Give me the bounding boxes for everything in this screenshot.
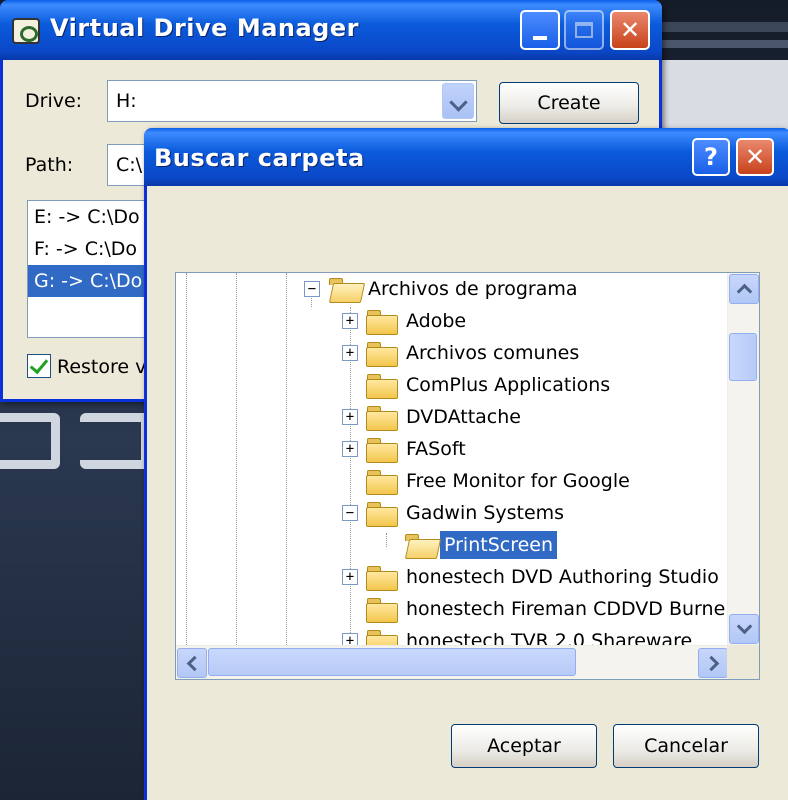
folder-tree[interactable]: − Archivos de programa + Adobe + Archivo… xyxy=(175,272,760,680)
vdm-titlebar[interactable]: Virtual Drive Manager ✕ xyxy=(0,0,662,60)
collapse-icon[interactable]: − xyxy=(304,281,320,297)
cancel-button[interactable]: Cancelar xyxy=(613,724,759,768)
minimize-button[interactable] xyxy=(520,10,560,50)
maximize-icon xyxy=(575,22,593,38)
path-label: Path: xyxy=(25,154,74,176)
drive-label: Drive: xyxy=(25,90,83,112)
folder-open-icon xyxy=(404,532,436,558)
scroll-down-button[interactable] xyxy=(729,614,759,644)
horizontal-scroll-thumb[interactable] xyxy=(208,648,576,676)
tree-node[interactable]: + honestech DVD Authoring Studio xyxy=(342,561,723,593)
tree-node-label: ComPlus Applications xyxy=(406,374,611,396)
horizontal-scrollbar[interactable] xyxy=(176,645,729,679)
restore-checkbox[interactable] xyxy=(27,354,51,378)
tree-node[interactable]: + Adobe xyxy=(342,305,470,337)
tree-node-label: Archivos de programa xyxy=(368,278,578,300)
path-value: C:\ xyxy=(116,154,143,176)
folder-icon xyxy=(366,596,398,623)
dialog-titlebar[interactable]: Buscar carpeta ? ✕ xyxy=(144,128,788,186)
tree-node-label: FASoft xyxy=(406,438,466,460)
expand-icon[interactable]: + xyxy=(342,441,358,457)
chevron-down-icon[interactable] xyxy=(442,83,474,119)
folder-icon xyxy=(366,500,398,527)
folder-icon xyxy=(366,468,398,495)
tree-line xyxy=(386,533,387,547)
vertical-scrollbar[interactable] xyxy=(727,273,759,645)
dialog-title: Buscar carpeta xyxy=(154,144,365,172)
tree-line xyxy=(286,273,287,645)
desktop-logo xyxy=(0,405,160,475)
tree-node-root[interactable]: − Archivos de programa xyxy=(304,273,582,305)
app-icon xyxy=(12,18,40,44)
help-button[interactable]: ? xyxy=(692,138,730,176)
expand-icon[interactable]: + xyxy=(342,313,358,329)
desktop-stripe xyxy=(650,22,788,32)
folder-icon xyxy=(366,308,398,335)
vertical-scroll-thumb[interactable] xyxy=(729,333,757,381)
tree-node[interactable]: + Archivos comunes xyxy=(342,337,583,369)
tree-node[interactable]: Free Monitor for Google xyxy=(366,465,634,497)
tree-node[interactable]: + DVDAttache xyxy=(342,401,525,433)
list-item[interactable]: F: -> C:\Do xyxy=(28,233,156,265)
scroll-left-button[interactable] xyxy=(177,648,207,678)
tree-line xyxy=(236,273,237,645)
folder-icon xyxy=(366,372,398,399)
tree-node-label: honestech DVD Authoring Studio xyxy=(406,566,719,588)
tree-node[interactable]: honestech Fireman CDDVD Burne xyxy=(366,593,729,625)
dialog-close-button[interactable]: ✕ xyxy=(736,138,774,176)
tree-node[interactable]: ComPlus Applications xyxy=(366,369,614,401)
drive-select[interactable]: H: xyxy=(107,80,477,122)
desktop-stripe xyxy=(650,40,788,48)
minimize-icon xyxy=(533,36,547,40)
create-button[interactable]: Create xyxy=(499,82,639,124)
drive-value: H: xyxy=(116,90,137,112)
vdm-title: Virtual Drive Manager xyxy=(50,14,359,42)
scroll-right-button[interactable] xyxy=(698,648,728,678)
tree-node-label: DVDAttache xyxy=(406,406,521,428)
tree-node-label: Gadwin Systems xyxy=(406,502,565,524)
tree-node[interactable]: − Gadwin Systems xyxy=(342,497,568,529)
close-icon: ✕ xyxy=(619,16,641,44)
tree-line xyxy=(186,273,187,645)
vdm-close-button[interactable]: ✕ xyxy=(610,10,650,50)
accept-button[interactable]: Aceptar xyxy=(451,724,597,768)
expand-icon[interactable]: + xyxy=(342,409,358,425)
folder-icon xyxy=(366,564,398,591)
folder-icon xyxy=(366,340,398,367)
help-icon: ? xyxy=(704,143,718,171)
tree-node-label: Adobe xyxy=(406,310,467,332)
tree-node-selected[interactable]: PrintScreen xyxy=(404,529,558,561)
tree-node-label: honestech Fireman CDDVD Burne xyxy=(406,598,726,620)
scroll-up-button[interactable] xyxy=(729,274,759,304)
folder-icon xyxy=(366,404,398,431)
folder-icon xyxy=(366,436,398,463)
scrollbar-corner xyxy=(727,645,759,679)
background-window xyxy=(640,60,788,130)
collapse-icon[interactable]: − xyxy=(342,505,358,521)
tree-node-label: Free Monitor for Google xyxy=(406,470,630,492)
tree-node-label: Archivos comunes xyxy=(406,342,580,364)
maximize-button xyxy=(564,10,604,50)
list-item[interactable]: E: -> C:\Do xyxy=(28,201,156,233)
list-item[interactable]: G: -> C:\Do xyxy=(28,265,156,297)
expand-icon[interactable]: + xyxy=(342,345,358,361)
tree-node[interactable]: + FASoft xyxy=(342,433,470,465)
folder-open-icon xyxy=(328,276,360,302)
tree-node-label: PrintScreen xyxy=(440,531,558,559)
close-icon: ✕ xyxy=(744,143,766,171)
expand-icon[interactable]: + xyxy=(342,569,358,585)
restore-label: Restore v xyxy=(57,356,147,378)
drive-list[interactable]: E: -> C:\Do F: -> C:\Do G: -> C:\Do xyxy=(27,200,157,338)
browse-folder-dialog: Buscar carpeta ? ✕ − Archivos de program… xyxy=(144,128,788,800)
